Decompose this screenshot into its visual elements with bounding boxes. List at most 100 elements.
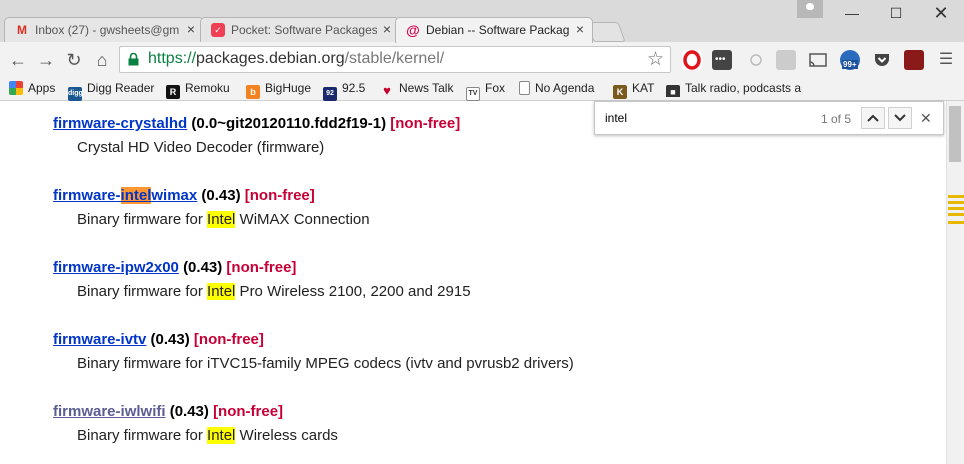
package-version: (0.0~git20120110.fdd2f19-1) <box>191 115 387 132</box>
package-description: Crystal HD Video Decoder (firmware) <box>77 139 325 156</box>
remoku-icon: R <box>166 85 180 99</box>
bookmark-talk-radio[interactable]: ■ Talk radio, podcasts ar <box>666 81 802 97</box>
package-link[interactable]: firmware-crystalhd <box>53 115 187 132</box>
bookmark-remoku[interactable]: R Remoku <box>166 81 230 99</box>
package-version: (0.43) <box>150 331 190 348</box>
find-close-icon[interactable]: ✕ <box>920 110 932 127</box>
tab-strip: M Inbox (27) - gwsheets@gm × ✓ Pocket: S… <box>0 0 964 43</box>
find-result-marker <box>948 201 964 204</box>
menu-button[interactable]: ☰ <box>936 50 956 70</box>
find-next-button[interactable] <box>888 107 912 129</box>
find-result-marker <box>948 195 964 198</box>
package-heading: firmware-ivtv (0.43) [non-free] <box>53 331 264 348</box>
find-result-marker <box>948 221 964 224</box>
license-label: [non-free] <box>226 259 297 276</box>
pocket-extension-icon[interactable] <box>872 50 892 70</box>
tab-pocket[interactable]: ✓ Pocket: Software Packages × <box>200 17 400 42</box>
find-result-marker <box>948 207 964 210</box>
bookmark-925[interactable]: 92 92.5 <box>323 81 365 101</box>
circle-extension-icon[interactable] <box>746 50 766 70</box>
bookmark-bighuge[interactable]: b BigHuge <box>246 81 311 99</box>
lock-icon <box>128 53 139 66</box>
package-description: Binary firmware for Intel Pro Wireless 2… <box>77 283 471 300</box>
bookmark-kat[interactable]: K KAT <box>613 81 654 99</box>
notifications-extension-icon[interactable]: 99+ <box>840 50 860 70</box>
scrollbar-thumb[interactable] <box>949 106 961 162</box>
debian-icon: @ <box>406 22 420 38</box>
license-label: [non-free] <box>244 187 315 204</box>
chart-extension-icon[interactable] <box>776 50 796 70</box>
find-highlight: Intel <box>207 211 236 228</box>
pocket-icon: ✓ <box>211 23 225 37</box>
vertical-scrollbar[interactable] <box>946 101 964 464</box>
package-link[interactable]: firmware-ipw2x00 <box>53 259 179 276</box>
kat-icon: K <box>613 85 627 99</box>
tab-title: Inbox (27) - gwsheets@gm <box>35 23 180 37</box>
find-highlight-current: intel <box>120 187 152 204</box>
package-description: Binary firmware for iTVC15-family MPEG c… <box>77 355 574 372</box>
reload-button[interactable]: ↻ <box>64 50 84 70</box>
bookmark-digg-reader[interactable]: digg Digg Reader <box>68 81 154 101</box>
talk-radio-icon: ■ <box>666 85 680 97</box>
bookmark-apps[interactable]: Apps <box>9 81 55 97</box>
profile-button[interactable] <box>797 0 823 18</box>
package-description: Binary firmware for Intel WiMAX Connecti… <box>77 211 370 228</box>
package-link[interactable]: firmware-iwlwifi <box>53 403 166 420</box>
opera-extension-icon[interactable] <box>682 50 702 70</box>
dots-extension-icon[interactable]: ••• <box>712 50 732 70</box>
package-heading: firmware-crystalhd (0.0~git20120110.fdd2… <box>53 115 460 132</box>
find-bar: 1 of 5 ✕ <box>594 101 944 135</box>
package-version: (0.43) <box>169 403 209 420</box>
license-label: [non-free] <box>193 331 264 348</box>
minimize-button[interactable]: — <box>836 2 868 24</box>
find-input[interactable] <box>599 107 855 129</box>
toolbar: ← → ↻ ⌂ https://packages.debian.org/stab… <box>0 42 964 78</box>
bookmark-no-agenda[interactable]: No Agenda <box>519 81 594 97</box>
red-extension-icon[interactable] <box>904 50 924 70</box>
gmail-icon: M <box>17 23 27 37</box>
user-icon <box>806 3 814 10</box>
license-label: [non-free] <box>390 115 461 132</box>
package-version: (0.43) <box>201 187 241 204</box>
tab-title: Pocket: Software Packages <box>231 23 377 37</box>
bookmark-news-talk[interactable]: ♥ News Talk <box>380 81 453 98</box>
back-button[interactable]: ← <box>8 50 28 70</box>
tab-debian[interactable]: @ Debian -- Software Packag × <box>395 17 593 43</box>
close-tab-icon[interactable]: × <box>576 21 584 37</box>
bookmarks-bar: Apps digg Digg Reader R Remoku b BigHuge 92… <box>0 78 964 101</box>
find-previous-button[interactable] <box>861 107 885 129</box>
cast-icon[interactable] <box>808 50 828 70</box>
find-highlight: Intel <box>207 283 236 300</box>
tab-title: Debian -- Software Packag <box>426 23 570 37</box>
page-icon <box>519 81 530 95</box>
tab-gmail[interactable]: M Inbox (27) - gwsheets@gm × <box>4 17 204 42</box>
find-match-count: 1 of 5 <box>821 112 852 126</box>
bookmark-star-icon[interactable]: ☆ <box>647 48 664 71</box>
find-highlight: Intel <box>207 427 236 444</box>
bighuge-icon: b <box>246 85 260 99</box>
close-tab-icon[interactable]: × <box>383 21 391 37</box>
package-description: Binary firmware for Intel Wireless cards <box>77 427 338 444</box>
package-heading: firmware-iwlwifi (0.43) [non-free] <box>53 403 283 420</box>
iheart-icon: ♥ <box>383 83 391 98</box>
find-result-marker <box>948 213 964 216</box>
maximize-button[interactable]: ☐ <box>880 2 912 24</box>
chevron-down-icon <box>894 114 906 122</box>
address-bar[interactable]: https://packages.debian.org/stable/kerne… <box>119 46 671 73</box>
bookmark-fox[interactable]: TV Fox <box>466 81 505 101</box>
license-label: [non-free] <box>213 403 284 420</box>
apps-icon <box>9 81 23 95</box>
package-link[interactable]: firmware-intelwimax <box>53 187 197 204</box>
home-button[interactable]: ⌂ <box>92 50 112 70</box>
digg-icon: digg <box>68 87 83 101</box>
chevron-up-icon <box>867 114 879 122</box>
radio-925-icon: 92 <box>323 87 337 101</box>
page-content: firmware-crystalhd (0.0~git20120110.fdd2… <box>0 101 946 464</box>
close-window-button[interactable]: ✕ <box>925 2 957 24</box>
tv-icon: TV <box>466 87 480 101</box>
package-link[interactable]: firmware-ivtv <box>53 331 146 348</box>
package-heading: firmware-ipw2x00 (0.43) [non-free] <box>53 259 296 276</box>
url-text: https://packages.debian.org/stable/kerne… <box>148 50 445 67</box>
forward-button[interactable]: → <box>36 50 56 70</box>
close-tab-icon[interactable]: × <box>187 21 195 37</box>
